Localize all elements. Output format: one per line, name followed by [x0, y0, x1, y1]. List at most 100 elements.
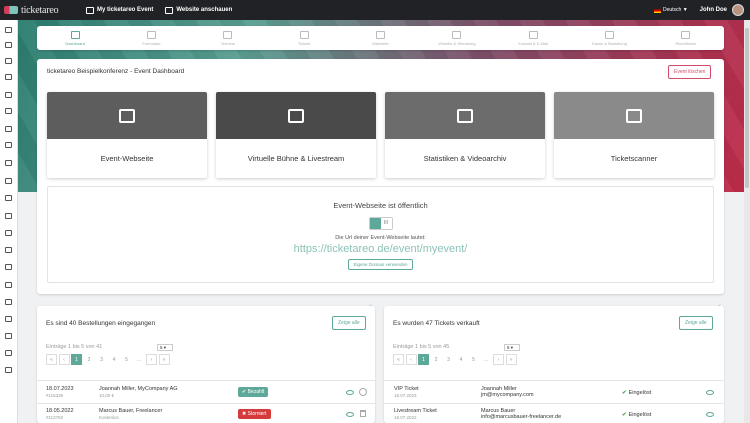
my-event-link[interactable]: My ticketareo Event — [86, 6, 153, 14]
sidebar-text-icon[interactable] — [5, 126, 12, 132]
sidebar-keyboard-icon[interactable] — [5, 367, 12, 373]
page-1[interactable]: 1 — [71, 354, 82, 365]
sidebar-page-icon[interactable] — [5, 213, 12, 219]
sidebar-monitor-icon[interactable] — [5, 195, 12, 201]
card-livestream[interactable]: Virtuelle Bühne & Livestream — [216, 92, 376, 178]
page-1[interactable]: 1 — [418, 354, 429, 365]
public-toggle[interactable]: III — [368, 217, 393, 230]
ticket-holder: Joannah Miller jm@mycompany.com — [481, 386, 534, 398]
view-eye-icon[interactable] — [346, 412, 354, 417]
sidebar-laptop-icon[interactable] — [5, 178, 12, 184]
collapse-chevron-icon[interactable]: ⌄ — [368, 301, 373, 308]
sidebar-cash-icon[interactable] — [5, 333, 12, 339]
sidebar-users-icon[interactable] — [5, 74, 12, 80]
sidebar-person-icon[interactable] — [5, 350, 12, 356]
page-prev[interactable]: ‹ — [405, 354, 417, 365]
sidebar-globe-icon[interactable] — [5, 230, 12, 236]
dashboard-icon — [70, 30, 80, 39]
scrollbar[interactable] — [744, 20, 750, 423]
sidebar-chart-icon[interactable] — [5, 92, 12, 98]
page-last[interactable]: » — [505, 354, 517, 365]
tickets-page-size-select[interactable]: 5 ▾ — [504, 344, 520, 351]
holder-email: info@marcusbauer-freelancer.de — [481, 414, 562, 420]
tab-dates[interactable]: Termine — [190, 26, 266, 50]
trash-icon[interactable] — [360, 410, 366, 417]
sidebar-at-icon[interactable] — [5, 247, 12, 253]
order-date-text: 18.05.2022 — [46, 408, 74, 414]
tab-contact[interactable]: Kontakt & E-Mail — [495, 26, 571, 50]
url-label: Die Url deiner Event-Webseite lautet: — [335, 235, 426, 241]
orders-panel: ⌄ Es sind 40 Bestellungen eingegangen Ze… — [37, 302, 375, 423]
view-eye-icon[interactable] — [706, 412, 714, 417]
cancel-order-icon[interactable] — [359, 388, 367, 396]
custom-domain-button[interactable]: Eigene Domain verwenden — [348, 259, 413, 270]
tab-forms[interactable]: Formulare — [113, 26, 189, 50]
tab-streaming[interactable]: Virtuelle & Streaming — [419, 26, 495, 50]
language-selector[interactable]: Deutsch ▼ — [663, 7, 688, 13]
view-eye-icon[interactable] — [706, 390, 714, 395]
orders-show-all-button[interactable]: Zeige alle — [332, 316, 366, 330]
card-image — [216, 92, 376, 139]
view-eye-icon[interactable] — [346, 390, 354, 395]
card-label: Virtuelle Bühne & Livestream — [247, 154, 345, 163]
scrollbar-thumb[interactable] — [745, 28, 749, 188]
toggle-on[interactable] — [369, 218, 381, 229]
stream-icon — [452, 30, 462, 39]
sidebar-list-icon[interactable] — [5, 108, 12, 114]
card-statistics[interactable]: Statistiken & Videoarchiv — [385, 92, 545, 178]
page-first[interactable]: « — [46, 354, 57, 365]
delete-event-button[interactable]: Event löschen — [668, 65, 712, 79]
cashbox-icon — [604, 30, 614, 39]
tab-dashboard[interactable]: Dashboard — [37, 26, 113, 50]
page-5[interactable]: 5 — [121, 354, 132, 365]
page-4[interactable]: 4 — [109, 354, 120, 365]
website-view-link[interactable]: Website anschauen — [165, 6, 232, 14]
tab-legal[interactable]: Rechtliches — [648, 26, 724, 50]
tab-label: Termine — [220, 40, 235, 46]
tickets-title: Es wurden 47 Tickets verkauft — [393, 320, 480, 327]
tab-label: Kasse & Bestellung — [592, 40, 627, 46]
sidebar-file-icon[interactable] — [5, 142, 12, 148]
sidebar-card-icon[interactable] — [5, 160, 12, 166]
page-next[interactable]: › — [146, 354, 157, 365]
page-next[interactable]: › — [493, 354, 504, 365]
sidebar-star-icon[interactable] — [5, 316, 12, 322]
sidebar-document-icon[interactable] — [5, 42, 12, 48]
sidebar-ticket-icon[interactable] — [5, 58, 12, 64]
page-2[interactable]: 2 — [431, 354, 442, 365]
event-url-link[interactable]: https://ticketareo.de/event/myevent/ — [48, 243, 713, 255]
tab-label: Dashboard — [65, 40, 85, 46]
sidebar-mail-icon[interactable] — [5, 264, 12, 270]
orders-page-size-select[interactable]: 5 ▾ — [157, 344, 173, 351]
customer-name: Joannah Miller, MyCompany AG — [99, 386, 178, 392]
logo[interactable]: ticketareo — [4, 5, 80, 16]
page-3[interactable]: 3 — [443, 354, 454, 365]
ticket-icon — [299, 30, 309, 39]
orders-title: Es sind 40 Bestellungen eingegangen — [46, 320, 156, 327]
toggle-off[interactable]: III — [380, 218, 392, 229]
page-first[interactable]: « — [393, 354, 404, 365]
page-3[interactable]: 3 — [96, 354, 107, 365]
sidebar-trend-icon[interactable] — [5, 299, 12, 305]
sidebar-box-icon[interactable] — [5, 282, 12, 288]
tab-website[interactable]: Webseite — [342, 26, 418, 50]
check-icon: ✔ — [622, 390, 627, 396]
tickets-show-all-button[interactable]: Zeige alle — [679, 316, 713, 330]
page-last[interactable]: » — [158, 354, 170, 365]
page-5[interactable]: 5 — [468, 354, 479, 365]
card-event-website[interactable]: Event-Webseite — [47, 92, 207, 178]
page-prev[interactable]: ‹ — [58, 354, 70, 365]
collapse-chevron-icon[interactable]: ⌄ — [717, 301, 722, 308]
page-ellipsis: … — [136, 356, 142, 363]
sidebar-home-icon[interactable] — [5, 27, 12, 33]
avatar[interactable] — [732, 4, 744, 16]
card-ticketscanner[interactable]: Ticketscanner — [554, 92, 714, 178]
user-name[interactable]: John Doe — [700, 7, 727, 13]
status-badge: ✔ Bezahlt — [238, 387, 269, 397]
ticket-type: Livestream Ticket 18.07.2022 — [394, 408, 437, 420]
page-4[interactable]: 4 — [456, 354, 467, 365]
tab-checkout[interactable]: Kasse & Bestellung — [571, 26, 647, 50]
tab-tickets[interactable]: Tickets — [266, 26, 342, 50]
page-2[interactable]: 2 — [84, 354, 95, 365]
ticket-type: VIP Ticket 18.07.2023 — [394, 386, 419, 398]
